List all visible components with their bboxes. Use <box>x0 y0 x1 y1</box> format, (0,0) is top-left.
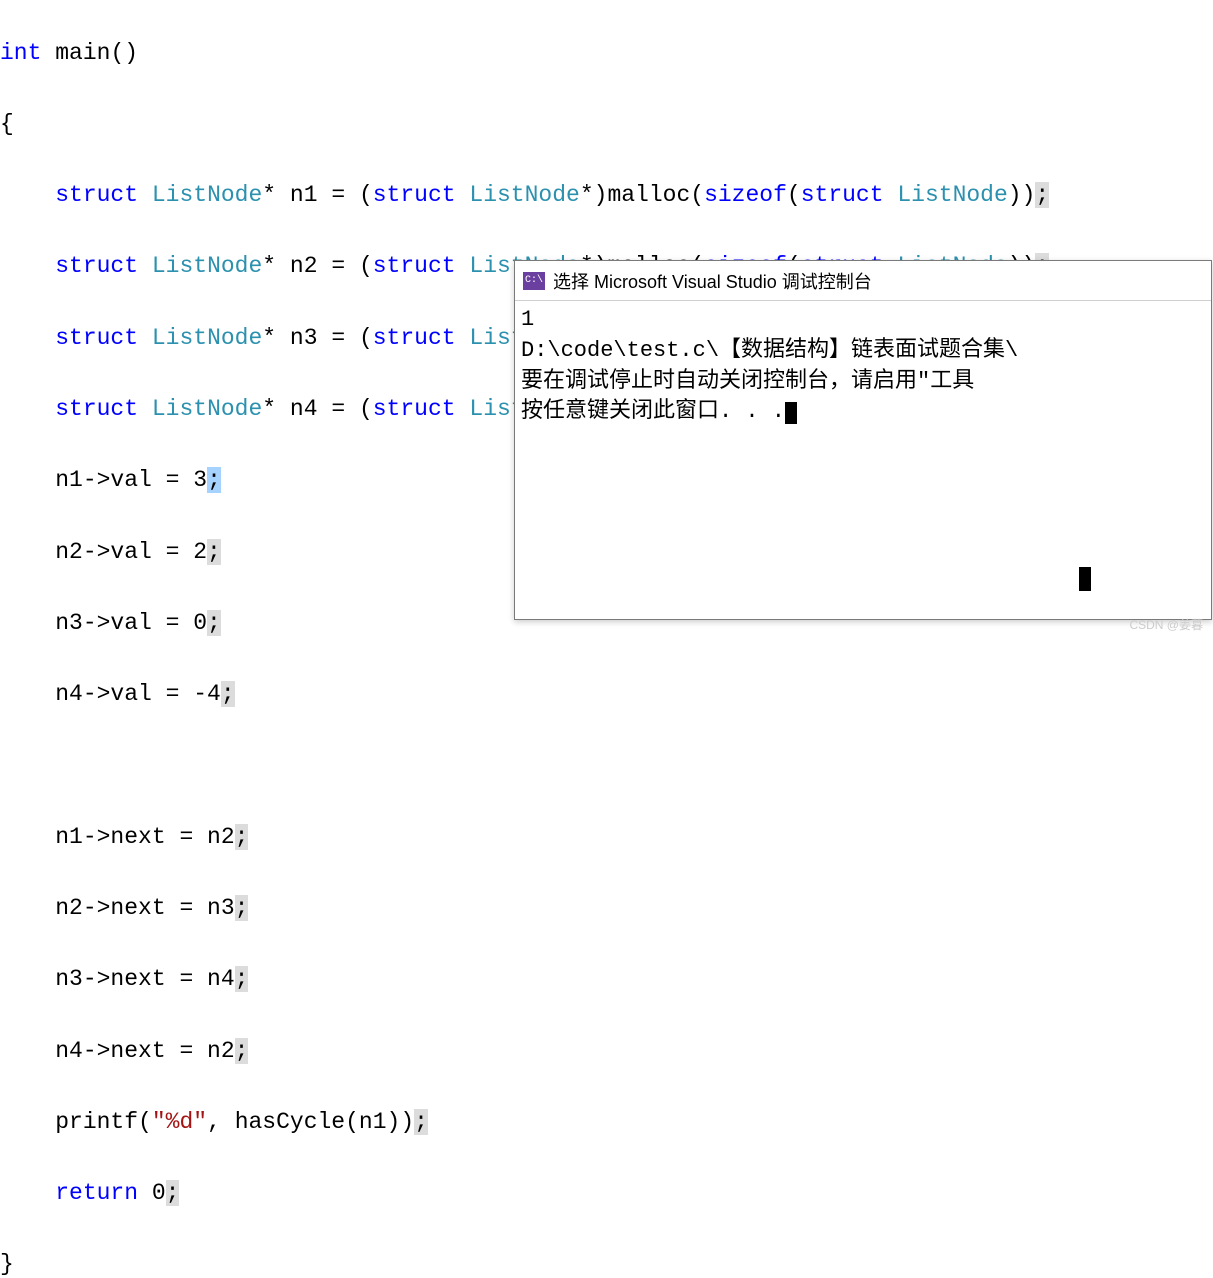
code-line: { <box>0 107 1213 143</box>
code-line: struct ListNode* n1 = (struct ListNode*)… <box>0 178 1213 214</box>
cursor-icon <box>785 402 797 424</box>
console-title: 选择 Microsoft Visual Studio 调试控制台 <box>553 268 872 294</box>
code-line: printf("%d", hasCycle(n1)); <box>0 1105 1213 1141</box>
console-icon: C:\ <box>523 272 545 290</box>
console-output[interactable]: 1 D:\code\test.c\【数据结构】链表面试题合集\ 要在调试停止时自… <box>515 301 1211 432</box>
code-line: } <box>0 1247 1213 1278</box>
keyword-int: int <box>0 40 41 66</box>
code-line: return 0; <box>0 1176 1213 1212</box>
code-line: n4->next = n2; <box>0 1034 1213 1070</box>
code-line: n4->val = -4; <box>0 677 1213 713</box>
cursor-icon <box>1079 567 1091 591</box>
code-line: n2->next = n3; <box>0 891 1213 927</box>
code-line <box>0 748 1213 784</box>
code-line: n1->next = n2; <box>0 820 1213 856</box>
console-titlebar[interactable]: C:\ 选择 Microsoft Visual Studio 调试控制台 <box>515 261 1211 301</box>
code-editor[interactable]: int main() { struct ListNode* n1 = (stru… <box>0 0 1213 1278</box>
console-window[interactable]: C:\ 选择 Microsoft Visual Studio 调试控制台 1 D… <box>514 260 1212 620</box>
code-line: n3->next = n4; <box>0 962 1213 998</box>
watermark: CSDN @姜暮 <box>1129 616 1203 633</box>
code-line: int main() <box>0 36 1213 72</box>
